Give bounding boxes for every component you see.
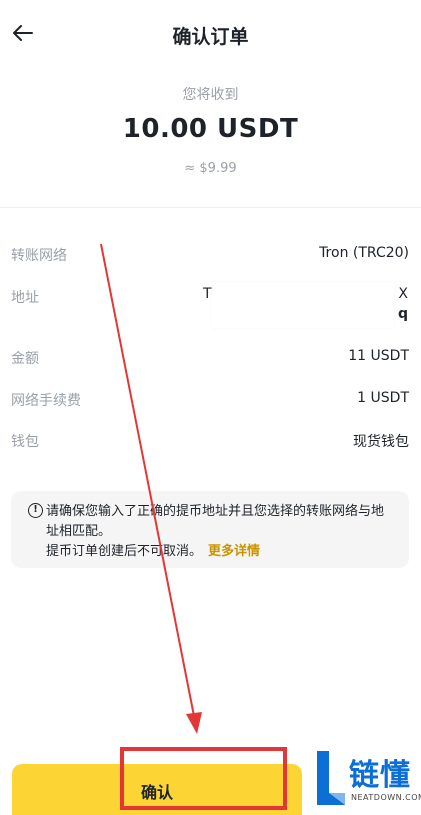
notice-text: 请确保您输入了正确的提币地址并且您选择的转账网络与地址相匹配。 提币订单创建后不… <box>46 502 396 562</box>
header: 确认订单 <box>0 0 421 66</box>
more-details-link[interactable]: 更多详情 <box>208 544 260 559</box>
notice-line2-text: 提币订单创建后不可取消。 <box>46 544 203 559</box>
watermark-subtext: NEATDOWN.COM <box>351 793 421 802</box>
address-redaction <box>212 282 394 328</box>
warning-circle-icon: ! <box>28 503 43 518</box>
fee-value: 1 USDT <box>357 390 409 406</box>
address-value: T X q <box>200 282 409 328</box>
warning-notice: ! 请确保您输入了正确的提币地址并且您选择的转账网络与地址相匹配。 提币订单创建… <box>11 491 409 568</box>
receive-approx-value: ≈ $9.99 <box>184 161 237 176</box>
network-label: 转账网络 <box>11 248 67 264</box>
address-end-line2: q <box>397 306 408 322</box>
detail-row-wallet: 钱包 现货钱包 <box>11 431 409 455</box>
network-value: Tron (TRC20) <box>319 245 409 261</box>
wallet-label: 钱包 <box>11 434 39 450</box>
page-title: 确认订单 <box>172 26 249 48</box>
watermark-logo-icon <box>317 751 345 805</box>
wallet-value: 现货钱包 <box>353 434 409 450</box>
fee-label: 网络手续费 <box>11 393 81 409</box>
notice-line2: 提币订单创建后不可取消。 更多详情 <box>46 542 396 562</box>
section-divider <box>0 207 421 208</box>
detail-row-fee: 网络手续费 1 USDT <box>11 390 409 414</box>
address-end-line1: X <box>398 286 408 302</box>
watermark-text: 链懂 <box>349 758 411 793</box>
receive-amount: 10.00 USDT <box>122 114 299 144</box>
detail-row-amount: 金额 11 USDT <box>11 348 409 372</box>
receive-label: 您将收到 <box>182 87 239 103</box>
amount-value: 11 USDT <box>348 348 409 364</box>
amount-label: 金额 <box>11 351 39 367</box>
confirm-button[interactable]: 确认 <box>12 764 302 815</box>
watermark: 链懂 NEATDOWN.COM <box>311 745 421 815</box>
address-label: 地址 <box>11 290 39 306</box>
detail-row-network: 转账网络 Tron (TRC20) <box>11 245 409 269</box>
address-start: T <box>203 286 212 302</box>
notice-line1: 请确保您输入了正确的提币地址并且您选择的转账网络与地址相匹配。 <box>46 504 385 539</box>
